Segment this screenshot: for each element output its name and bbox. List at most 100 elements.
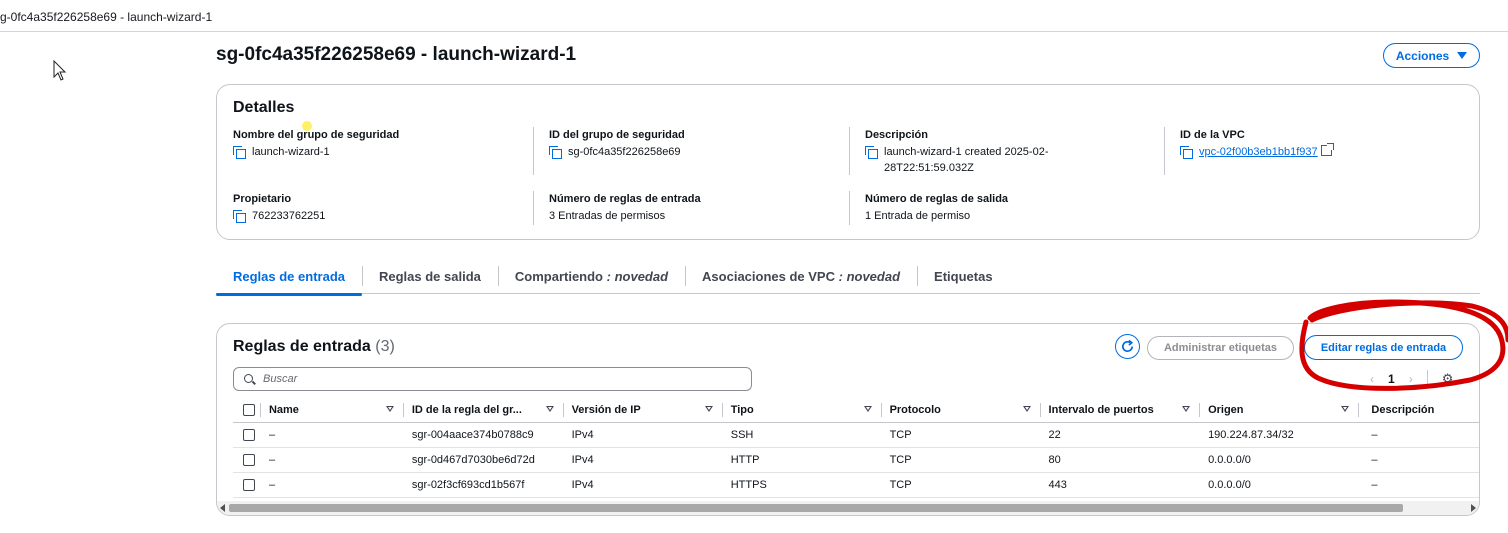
cell-name: – bbox=[260, 447, 404, 473]
copy-icon[interactable] bbox=[549, 146, 562, 159]
cursor-highlight bbox=[302, 121, 312, 131]
horizontal-scrollbar[interactable] bbox=[217, 501, 1479, 515]
inbound-rules-panel: Reglas de entrada (3) Administrar etique… bbox=[216, 323, 1480, 516]
cell-protocol: TCP bbox=[881, 422, 1041, 448]
column-ip-version[interactable]: Versión de IP bbox=[563, 398, 723, 423]
copy-icon[interactable] bbox=[865, 146, 878, 159]
manage-tags-button[interactable]: Administrar etiquetas bbox=[1147, 336, 1294, 360]
tab-inbound-rules[interactable]: Reglas de entrada bbox=[216, 260, 362, 296]
cell-name: – bbox=[260, 472, 404, 498]
column-name[interactable]: Name bbox=[260, 398, 404, 423]
copy-icon[interactable] bbox=[233, 146, 246, 159]
checkbox-icon bbox=[243, 403, 255, 416]
column-type[interactable]: Tipo bbox=[722, 398, 882, 423]
row-checkbox[interactable] bbox=[243, 428, 255, 441]
field-label: Número de reglas de salida bbox=[865, 193, 1009, 205]
row-checkbox[interactable] bbox=[243, 478, 255, 491]
actions-dropdown-button[interactable]: Acciones bbox=[1383, 43, 1480, 68]
cell-type: HTTPS bbox=[722, 472, 882, 498]
edit-inbound-rules-button[interactable]: Editar reglas de entrada bbox=[1304, 335, 1463, 360]
field-owner: Propietario 762233762251 bbox=[233, 193, 325, 224]
sort-icon bbox=[385, 406, 394, 412]
cell-description: – bbox=[1359, 422, 1479, 448]
field-description: Descripción launch-wizard-1 created 2025… bbox=[865, 129, 1048, 176]
table-header-row: Name ID de la regla del gr... Versión de… bbox=[233, 398, 1479, 423]
field-value: 762233762251 bbox=[252, 210, 326, 222]
scrollbar-thumb[interactable] bbox=[229, 504, 1403, 512]
details-title: Detalles bbox=[233, 99, 295, 116]
cell-type: HTTP bbox=[722, 447, 882, 473]
tab-sharing[interactable]: Compartiendo : novedad bbox=[497, 260, 685, 294]
divider bbox=[533, 127, 534, 175]
cell-name: – bbox=[260, 422, 404, 448]
cell-source: 0.0.0.0/0 bbox=[1200, 447, 1360, 473]
select-all-checkbox[interactable] bbox=[233, 398, 261, 423]
table-row[interactable]: – sgr-02f3cf693cd1b567f IPv4 HTTPS TCP 4… bbox=[233, 472, 1479, 498]
table-row[interactable]: – sgr-004aace374b0788c9 IPv4 SSH TCP 22 … bbox=[233, 422, 1479, 448]
sort-icon bbox=[545, 406, 554, 412]
cell-ip-version: IPv4 bbox=[563, 447, 723, 473]
column-rule-id[interactable]: ID de la regla del gr... bbox=[403, 398, 564, 423]
field-label: Nombre del grupo de seguridad bbox=[233, 129, 400, 141]
pagination: ‹ 1 › ⚙ bbox=[1370, 370, 1453, 388]
search-icon bbox=[244, 373, 255, 385]
search-input[interactable]: Buscar bbox=[233, 367, 752, 391]
tab-tags[interactable]: Etiquetas bbox=[917, 260, 1010, 294]
scroll-left-icon[interactable] bbox=[220, 504, 225, 512]
field-vpc-id: ID de la VPC vpc-02f00b3eb1bb1f937 bbox=[1180, 129, 1334, 160]
inbound-rules-title: Reglas de entrada (3) bbox=[233, 338, 395, 355]
refresh-icon bbox=[1121, 339, 1134, 353]
caret-down-icon bbox=[1457, 52, 1468, 59]
copy-icon[interactable] bbox=[233, 210, 246, 223]
field-label: Propietario bbox=[233, 193, 292, 205]
gear-icon[interactable]: ⚙ bbox=[1442, 371, 1454, 387]
window-title-bar: sg-0fc4a35f226258e69 - launch-wizard-1 bbox=[0, 8, 1508, 32]
prev-page-icon[interactable]: ‹ bbox=[1370, 372, 1374, 386]
cell-source: 190.224.87.34/32 bbox=[1200, 422, 1360, 448]
vpc-link[interactable]: vpc-02f00b3eb1bb1f937 bbox=[1199, 146, 1318, 158]
field-group-name: Nombre del grupo de seguridad launch-wiz… bbox=[233, 129, 399, 160]
field-value: 3 Entradas de permisos bbox=[549, 210, 666, 222]
page-title: sg-0fc4a35f226258e69 - launch-wizard-1 bbox=[216, 44, 577, 65]
tab-vpc-associations[interactable]: Asociaciones de VPC : novedad bbox=[685, 260, 917, 294]
sort-icon bbox=[1022, 406, 1031, 412]
rules-count: (3) bbox=[375, 338, 395, 355]
field-value: launch-wizard-1 bbox=[252, 146, 330, 158]
table-row[interactable]: – sgr-0d467d7030be6d72d IPv4 HTTP TCP 80… bbox=[233, 447, 1479, 473]
next-page-icon[interactable]: › bbox=[1409, 372, 1413, 386]
column-source[interactable]: Origen bbox=[1200, 398, 1360, 423]
cell-rule-id: sgr-004aace374b0788c9 bbox=[403, 422, 564, 448]
cell-port-range: 443 bbox=[1040, 472, 1201, 498]
sort-icon bbox=[1182, 406, 1191, 412]
field-label: Descripción bbox=[865, 129, 928, 141]
column-protocol[interactable]: Protocolo bbox=[881, 398, 1041, 423]
copy-icon[interactable] bbox=[1180, 146, 1193, 159]
cell-ip-version: IPv4 bbox=[563, 472, 723, 498]
field-label: ID de la VPC bbox=[1180, 129, 1245, 141]
actions-button-label: Acciones bbox=[1395, 48, 1450, 63]
divider bbox=[849, 191, 850, 225]
field-value: launch-wizard-1 created 2025-02- 28T22:51… bbox=[884, 146, 1049, 174]
sort-icon bbox=[863, 406, 872, 412]
scroll-right-icon[interactable] bbox=[1471, 504, 1476, 512]
divider bbox=[849, 127, 850, 175]
cell-port-range: 22 bbox=[1040, 422, 1201, 448]
page-number[interactable]: 1 bbox=[1388, 372, 1395, 386]
details-panel: Detalles Nombre del grupo de seguridad l… bbox=[216, 84, 1480, 240]
tab-outbound-rules[interactable]: Reglas de salida bbox=[362, 260, 498, 294]
cell-protocol: TCP bbox=[881, 447, 1041, 473]
cell-source: 0.0.0.0/0 bbox=[1200, 472, 1360, 498]
cell-description: – bbox=[1359, 447, 1479, 473]
divider bbox=[1426, 370, 1428, 388]
external-link-icon bbox=[1320, 143, 1334, 156]
field-inbound-count: Número de reglas de entrada 3 Entradas d… bbox=[549, 193, 701, 224]
field-value: sg-0fc4a35f226258e69 bbox=[568, 146, 681, 158]
row-checkbox[interactable] bbox=[243, 453, 255, 466]
field-label: Número de reglas de entrada bbox=[549, 193, 701, 205]
refresh-button[interactable] bbox=[1115, 334, 1140, 359]
cell-rule-id: sgr-02f3cf693cd1b567f bbox=[403, 472, 564, 498]
sort-icon bbox=[704, 406, 713, 412]
column-description[interactable]: Descripción bbox=[1359, 398, 1479, 423]
column-port-range[interactable]: Intervalo de puertos bbox=[1040, 398, 1201, 423]
divider bbox=[533, 191, 534, 225]
